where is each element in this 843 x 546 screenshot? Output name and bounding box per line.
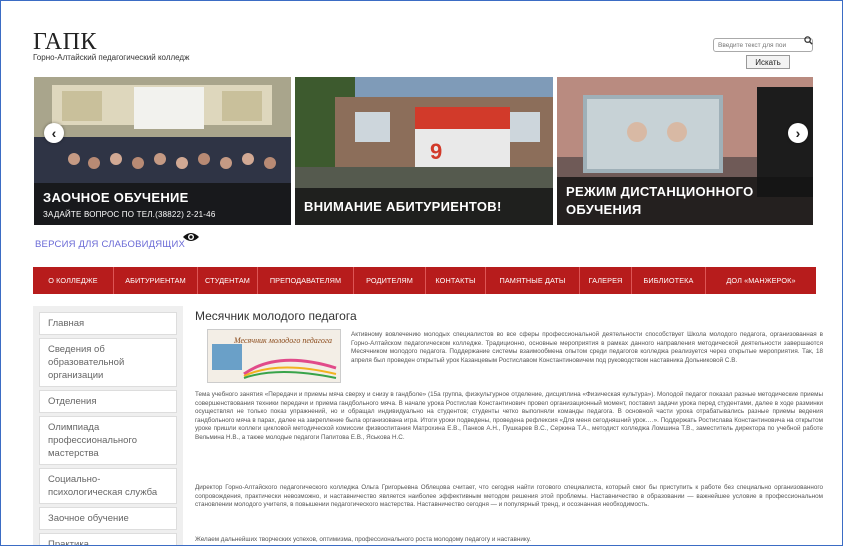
billboard-number: 9 <box>430 139 442 164</box>
browser-viewport: ГАПК Горно-Алтайский педагогический колл… <box>0 0 843 546</box>
slide-correspondence[interactable]: ЗАОЧНОЕ ОБУЧЕНИЕ ЗАДАЙТЕ ВОПРОС ПО ТЕЛ.(… <box>34 77 291 225</box>
eye-icon[interactable] <box>182 230 200 248</box>
slider-prev-button[interactable]: ‹ <box>44 123 64 143</box>
article-title: Месячник молодого педагога <box>195 309 357 323</box>
sidebar-item-organization-info[interactable]: Сведения об образовательной организации <box>39 338 177 387</box>
slide-title: ВНИМАНИЕ АБИТУРИЕНТОВ! <box>304 199 502 214</box>
article-paragraph: Директор Горно-Алтайского педагогическог… <box>195 484 823 509</box>
article-paragraph: Тема учебного занятия «Передачи и приемы… <box>195 391 823 441</box>
slide-applicants[interactable]: 9 ВНИМАНИЕ АБИТУРИЕНТОВ! <box>295 77 553 225</box>
nav-item-applicants[interactable]: АБИТУРИЕНТАМ <box>114 267 198 294</box>
slide-title: ЗАОЧНОЕ ОБУЧЕНИЕ <box>43 190 189 205</box>
slide-subtitle: ЗАДАЙТЕ ВОПРОС ПО ТЕЛ.(38822) 2-21-46 <box>43 210 216 219</box>
nav-item-students[interactable]: СТУДЕНТАМ <box>198 267 258 294</box>
main-nav: О КОЛЛЕДЖЕ АБИТУРИЕНТАМ СТУДЕНТАМ ПРЕПОД… <box>33 267 816 294</box>
slide-caption: ВНИМАНИЕ АБИТУРИЕНТОВ! <box>295 188 553 225</box>
article: Месячник молодого педагога Месячник моло… <box>195 309 825 543</box>
sidebar-item-home[interactable]: Главная <box>39 312 177 335</box>
search-icon[interactable] <box>804 36 813 48</box>
article-image: Месячник молодого педагога <box>207 329 341 383</box>
slide-caption: ЗАОЧНОЕ ОБУЧЕНИЕ ЗАДАЙТЕ ВОПРОС ПО ТЕЛ.(… <box>34 183 291 225</box>
sidebar: Главная Сведения об образовательной орга… <box>33 306 183 545</box>
site-logo-title[interactable]: ГАПК <box>33 29 97 56</box>
low-vision-link[interactable]: ВЕРСИЯ ДЛЯ СЛАБОВИДЯЩИХ <box>35 239 185 250</box>
chevron-right-icon: › <box>795 125 801 141</box>
nav-item-memorable-dates[interactable]: ПАМЯТНЫЕ ДАТЫ <box>486 267 580 294</box>
nav-item-library[interactable]: БИБЛИОТЕКА <box>632 267 706 294</box>
nav-item-camp[interactable]: ДОЛ «МАНЖЕРОК» <box>706 267 816 294</box>
slide-title: РЕЖИМ ДИСТАНЦИОННОГО ОБУЧЕНИЯ <box>566 184 754 217</box>
slide-caption: РЕЖИМ ДИСТАНЦИОННОГО ОБУЧЕНИЯ <box>557 177 813 225</box>
nav-item-parents[interactable]: РОДИТЕЛЯМ <box>354 267 426 294</box>
search-button[interactable]: Искать <box>746 55 790 69</box>
slide-distance[interactable]: РЕЖИМ ДИСТАНЦИОННОГО ОБУЧЕНИЯ <box>557 77 813 225</box>
sidebar-item-psych-service[interactable]: Социально-психологическая служба <box>39 468 177 504</box>
chevron-left-icon: ‹ <box>51 125 57 141</box>
image-slider: ЗАОЧНОЕ ОБУЧЕНИЕ ЗАДАЙТЕ ВОПРОС ПО ТЕЛ.(… <box>34 77 813 225</box>
nav-item-teachers[interactable]: ПРЕПОДАВАТЕЛЯМ <box>258 267 354 294</box>
article-paragraph: Активному вовлечению молодых специалисто… <box>351 331 823 364</box>
sidebar-item-olympiad[interactable]: Олимпиада профессионального мастерства <box>39 416 177 465</box>
article-image-caption: Месячник молодого педагога <box>234 336 332 345</box>
slider-next-button[interactable]: › <box>788 123 808 143</box>
sidebar-item-practice[interactable]: Практика <box>39 533 177 545</box>
search-input[interactable] <box>713 38 813 52</box>
nav-item-about[interactable]: О КОЛЛЕДЖЕ <box>33 267 114 294</box>
sidebar-item-correspondence[interactable]: Заочное обучение <box>39 507 177 530</box>
nav-item-contacts[interactable]: КОНТАКТЫ <box>426 267 486 294</box>
sidebar-item-departments[interactable]: Отделения <box>39 390 177 413</box>
nav-item-gallery[interactable]: ГАЛЕРЕЯ <box>580 267 632 294</box>
article-paragraph: Желаем дальнейших творческих успехов, оп… <box>195 536 531 543</box>
site-logo-subtitle: Горно-Алтайский педагогический колледж <box>33 53 190 62</box>
